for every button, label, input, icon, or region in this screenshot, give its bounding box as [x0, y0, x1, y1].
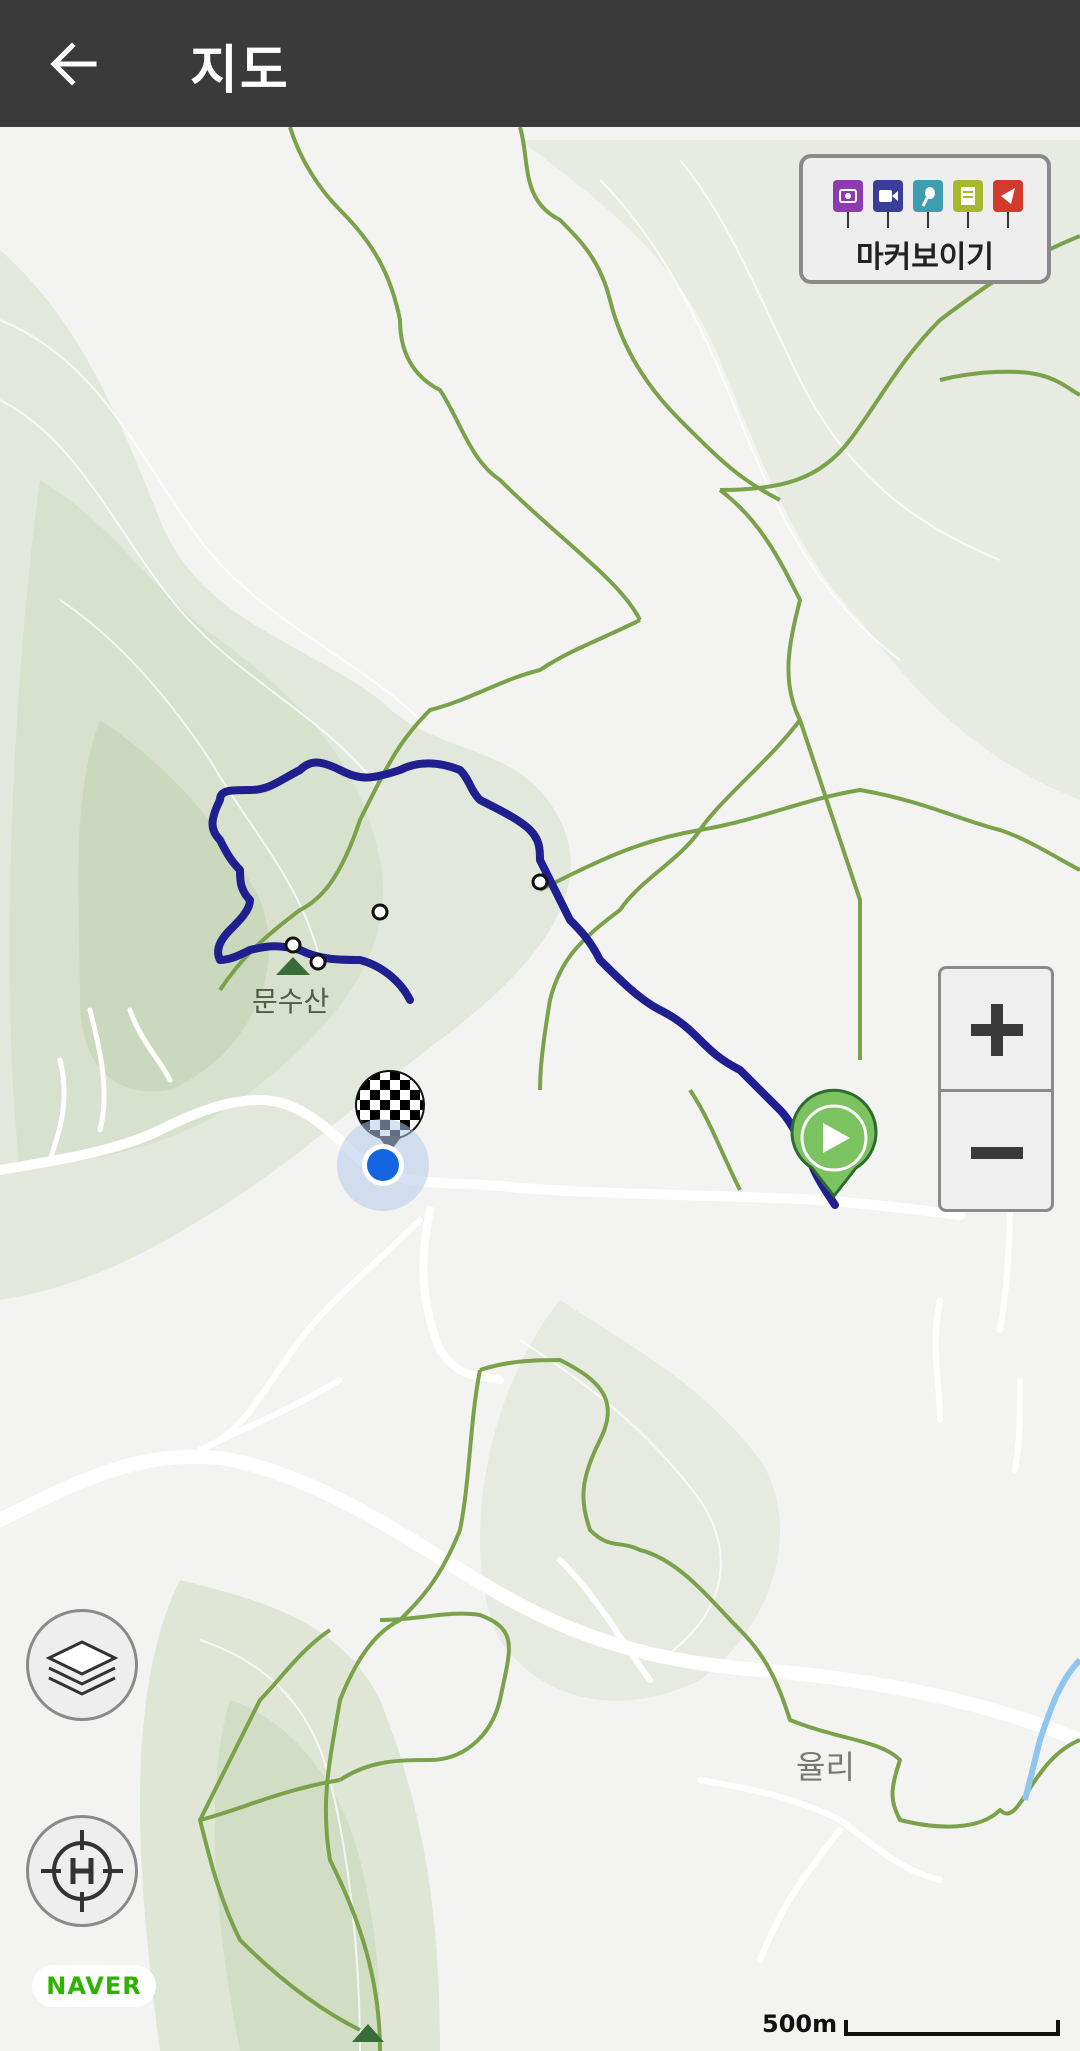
memo-pin-icon — [953, 180, 983, 228]
marker-pins — [833, 180, 1023, 228]
crosshair-home-icon — [41, 1830, 123, 1912]
show-markers-label: 마커보이기 — [856, 240, 994, 275]
plus-icon — [971, 1004, 1023, 1056]
scale-bar — [844, 2020, 1060, 2036]
zoom-control — [938, 966, 1054, 1212]
back-arrow-icon[interactable] — [44, 34, 104, 94]
flag-pin-icon — [993, 180, 1023, 228]
minus-icon — [971, 1147, 1023, 1159]
map-canvas[interactable] — [0, 127, 1080, 2051]
zoom-in-button[interactable] — [941, 969, 1051, 1089]
video-pin-icon — [873, 180, 903, 228]
naver-logo: NAVER — [32, 1965, 156, 2007]
my-location-button[interactable] — [26, 1815, 138, 1927]
page-title: 지도 — [190, 41, 290, 101]
audio-pin-icon — [913, 180, 943, 228]
layers-button[interactable] — [26, 1609, 138, 1721]
village-label: 율리 — [796, 1748, 855, 1786]
mountain-label: 문수산 — [252, 985, 330, 1018]
app-bar: 지도 — [0, 0, 1080, 127]
scale-label: 500m — [762, 2010, 838, 2038]
current-location-icon — [337, 1119, 429, 1211]
layers-icon — [45, 1640, 119, 1696]
camera-pin-icon — [833, 180, 863, 228]
show-markers-button[interactable]: 마커보이기 — [799, 154, 1051, 284]
zoom-out-button[interactable] — [941, 1092, 1051, 1212]
